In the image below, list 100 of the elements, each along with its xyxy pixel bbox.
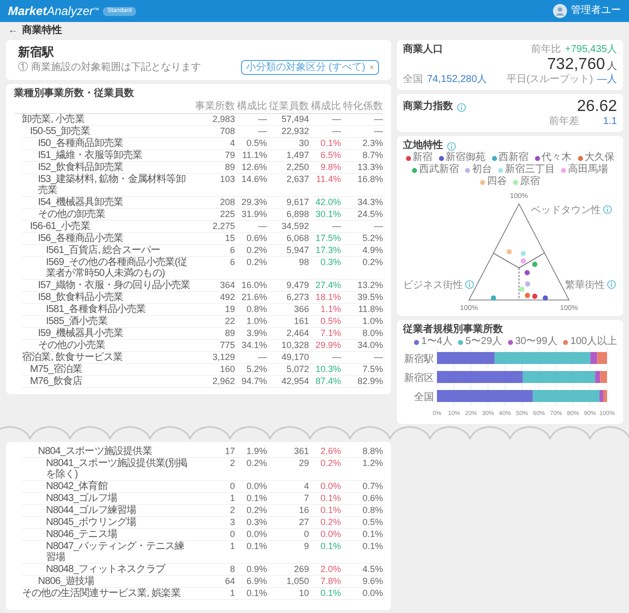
- table-cell: 225: [220, 209, 235, 220]
- table-cell: 0.0%: [246, 529, 267, 540]
- industry-name: N8045_ボウリング場: [46, 517, 136, 528]
- table-cell: 7.1%: [320, 328, 341, 339]
- table-cell: 34.0%: [357, 340, 383, 351]
- legend-label: 西武新宿: [419, 164, 459, 176]
- table-cell: 19: [224, 304, 235, 315]
- table-cell: 11.4%: [316, 174, 341, 185]
- table-cell: 0.0%: [320, 481, 341, 492]
- page-title: 商業特性: [22, 25, 62, 37]
- info-icon[interactable]: [457, 102, 466, 112]
- table-cell: 9,617: [286, 197, 309, 208]
- table-cell: 2,250: [286, 162, 309, 173]
- industry-name: I52_飲食料品卸売業: [38, 162, 124, 173]
- table-cell: 9.6%: [362, 576, 383, 587]
- table-cell: 8: [230, 564, 235, 575]
- avatar-icon[interactable]: [553, 4, 567, 18]
- table-cell: 49,170: [281, 352, 309, 363]
- column-header: 特化係数: [343, 100, 383, 113]
- table-cell: —: [374, 221, 383, 232]
- table-cell: 8.8%: [362, 446, 383, 457]
- index-value: 26.62: [576, 98, 617, 116]
- table-cell: 10.3%: [315, 364, 341, 375]
- table-cell: 0.1%: [320, 138, 341, 149]
- table-cell: 14.6%: [241, 174, 267, 185]
- info-icon[interactable]: [604, 206, 612, 214]
- industry-name: その他の小売業: [38, 340, 106, 351]
- table-cell: —: [374, 114, 383, 125]
- industry-name: I54_機械器具卸売業: [38, 197, 124, 208]
- table-cell: 9: [304, 541, 309, 552]
- table-cell: 2: [230, 458, 235, 469]
- table-cell: 492: [220, 292, 235, 303]
- table-cell: 0: [230, 529, 235, 540]
- info-icon[interactable]: [447, 142, 456, 150]
- user-name[interactable]: 管理者ユー: [571, 5, 621, 17]
- industry-name: I58_飲食料品小売業: [38, 292, 124, 303]
- industry-name: I56_各種商品小売業: [38, 233, 124, 244]
- legend-label: 5〜29人: [465, 336, 502, 348]
- table-cell: —: [332, 126, 341, 137]
- industry-name: M75_宿泊業: [30, 364, 82, 375]
- table-cell: 0.7%: [362, 481, 383, 492]
- table-cell: 2,275: [212, 221, 235, 232]
- table-cell: —: [258, 114, 267, 125]
- legend-label: 大久保: [584, 152, 614, 164]
- table-cell: 3,129: [212, 352, 235, 363]
- table-cell: 6: [230, 257, 235, 268]
- table-cell: 31.9%: [241, 209, 267, 220]
- industry-name: I53_建築材料, 鉱物・金属材料等卸売業: [38, 174, 186, 196]
- table-cell: 5,947: [286, 245, 309, 256]
- industry-name: I50_各種商品卸売業: [38, 138, 124, 149]
- table-cell: 10,328: [281, 340, 309, 351]
- industry-name: その他の卸売業: [38, 209, 106, 220]
- table-cell: 0.1%: [320, 588, 341, 599]
- table-cell: 0.1%: [362, 529, 383, 540]
- table-cell: 30: [298, 138, 309, 149]
- card-title: 従業者規模別事業所数: [403, 324, 504, 336]
- table-cell: 1.9%: [246, 446, 267, 457]
- table-cell: 366: [294, 304, 309, 315]
- category-select[interactable]: 小分類の対象区分 (すべて) ×: [240, 60, 379, 75]
- table-cell: 34.1%: [241, 340, 267, 351]
- table-cell: 21.6%: [241, 292, 267, 303]
- logo[interactable]: MarketAnalyzer$^{™}$: [8, 5, 100, 17]
- back-button[interactable]: ←: [8, 26, 18, 36]
- table-cell: 18.1%: [315, 292, 341, 303]
- info-icon[interactable]: [466, 280, 474, 288]
- industry-name: N8043_ゴルフ場: [46, 493, 118, 504]
- table-cell: 1,050: [286, 576, 309, 587]
- table-cell: 4: [230, 138, 235, 149]
- table-cell: 6: [230, 245, 235, 256]
- legend-label: 新宿: [412, 152, 432, 164]
- detail-value: —人: [597, 74, 617, 86]
- table-cell: 29.3%: [241, 197, 267, 208]
- table-cell: —: [374, 126, 383, 137]
- industry-name: I585_酒小売業: [46, 316, 108, 327]
- table-cell: 0.2%: [320, 517, 341, 528]
- table-cell: 0.1%: [320, 505, 341, 516]
- table-cell: 0.5%: [320, 316, 341, 327]
- table-cell: 6.9%: [246, 576, 267, 587]
- table-cell: 34.3%: [357, 197, 383, 208]
- industry-name: M76_飲食店: [30, 376, 82, 387]
- table-cell: 269: [294, 564, 309, 575]
- table-cell: 208: [220, 197, 235, 208]
- table-cell: 0.1%: [246, 541, 267, 552]
- table-cell: 16: [298, 505, 309, 516]
- table-title: 業種別事業所数・従業員数: [14, 88, 135, 100]
- info-icon[interactable]: [608, 280, 616, 288]
- table-cell: 34,592: [281, 221, 309, 232]
- table-cell: 361: [294, 446, 309, 457]
- category-label: 新宿区: [404, 373, 434, 384]
- table-cell: 2,637: [286, 174, 309, 185]
- table-cell: 2,962: [212, 376, 235, 387]
- table-cell: 11.1%: [242, 150, 267, 161]
- table-cell: 0.2%: [362, 257, 383, 268]
- population-value: 732,760: [547, 56, 605, 74]
- industry-name: I581_各種食料品小売業: [46, 304, 146, 315]
- industry-name: N8047_バッティング・テニス練習場: [46, 541, 184, 563]
- industry-name: N8041_スポーツ施設提供業(別掲を除く): [46, 458, 188, 480]
- column-header: 構成比: [237, 100, 267, 113]
- table-cell: 0.2%: [246, 257, 267, 268]
- detail-label: 全国: [403, 74, 423, 86]
